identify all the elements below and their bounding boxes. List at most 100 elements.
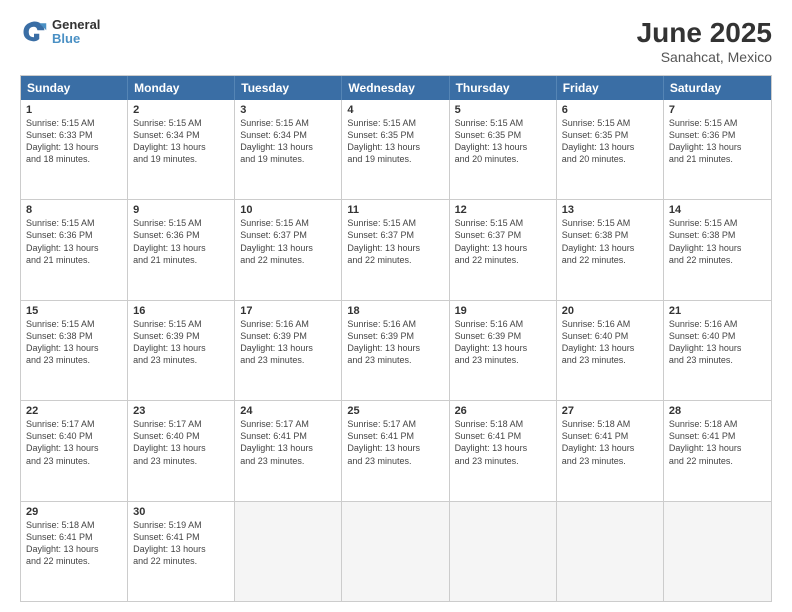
- calendar-cell: [664, 502, 771, 601]
- calendar-cell: 11Sunrise: 5:15 AM Sunset: 6:37 PM Dayli…: [342, 200, 449, 299]
- day-number: 29: [26, 506, 122, 518]
- day-number: 5: [455, 104, 551, 116]
- calendar-cell: [342, 502, 449, 601]
- cell-info: Sunrise: 5:16 AM Sunset: 6:40 PM Dayligh…: [562, 318, 658, 367]
- calendar-cell: 2Sunrise: 5:15 AM Sunset: 6:34 PM Daylig…: [128, 100, 235, 199]
- day-number: 19: [455, 305, 551, 317]
- calendar-cell: 6Sunrise: 5:15 AM Sunset: 6:35 PM Daylig…: [557, 100, 664, 199]
- cell-info: Sunrise: 5:17 AM Sunset: 6:40 PM Dayligh…: [26, 418, 122, 467]
- day-number: 2: [133, 104, 229, 116]
- logo: General Blue: [20, 18, 100, 47]
- calendar-cell: 10Sunrise: 5:15 AM Sunset: 6:37 PM Dayli…: [235, 200, 342, 299]
- cell-info: Sunrise: 5:15 AM Sunset: 6:38 PM Dayligh…: [26, 318, 122, 367]
- cell-info: Sunrise: 5:15 AM Sunset: 6:36 PM Dayligh…: [26, 217, 122, 266]
- day-number: 17: [240, 305, 336, 317]
- calendar-cell: 25Sunrise: 5:17 AM Sunset: 6:41 PM Dayli…: [342, 401, 449, 500]
- calendar-row: 22Sunrise: 5:17 AM Sunset: 6:40 PM Dayli…: [21, 400, 771, 500]
- day-number: 30: [133, 506, 229, 518]
- logo-icon: [20, 18, 48, 46]
- calendar-header: SundayMondayTuesdayWednesdayThursdayFrid…: [21, 76, 771, 100]
- calendar-cell: 14Sunrise: 5:15 AM Sunset: 6:38 PM Dayli…: [664, 200, 771, 299]
- calendar-cell: 26Sunrise: 5:18 AM Sunset: 6:41 PM Dayli…: [450, 401, 557, 500]
- day-number: 26: [455, 405, 551, 417]
- calendar-cell: 15Sunrise: 5:15 AM Sunset: 6:38 PM Dayli…: [21, 301, 128, 400]
- day-number: 27: [562, 405, 658, 417]
- calendar-cell: 21Sunrise: 5:16 AM Sunset: 6:40 PM Dayli…: [664, 301, 771, 400]
- day-number: 13: [562, 204, 658, 216]
- calendar-cell: 30Sunrise: 5:19 AM Sunset: 6:41 PM Dayli…: [128, 502, 235, 601]
- cell-info: Sunrise: 5:15 AM Sunset: 6:35 PM Dayligh…: [562, 117, 658, 166]
- cell-info: Sunrise: 5:15 AM Sunset: 6:38 PM Dayligh…: [562, 217, 658, 266]
- cell-info: Sunrise: 5:15 AM Sunset: 6:37 PM Dayligh…: [240, 217, 336, 266]
- cell-info: Sunrise: 5:18 AM Sunset: 6:41 PM Dayligh…: [455, 418, 551, 467]
- calendar-cell: 29Sunrise: 5:18 AM Sunset: 6:41 PM Dayli…: [21, 502, 128, 601]
- calendar-cell: 19Sunrise: 5:16 AM Sunset: 6:39 PM Dayli…: [450, 301, 557, 400]
- cell-info: Sunrise: 5:16 AM Sunset: 6:40 PM Dayligh…: [669, 318, 766, 367]
- cell-info: Sunrise: 5:17 AM Sunset: 6:41 PM Dayligh…: [347, 418, 443, 467]
- calendar-cell: 4Sunrise: 5:15 AM Sunset: 6:35 PM Daylig…: [342, 100, 449, 199]
- day-number: 8: [26, 204, 122, 216]
- cell-info: Sunrise: 5:15 AM Sunset: 6:33 PM Dayligh…: [26, 117, 122, 166]
- day-number: 24: [240, 405, 336, 417]
- calendar-cell: 24Sunrise: 5:17 AM Sunset: 6:41 PM Dayli…: [235, 401, 342, 500]
- day-number: 21: [669, 305, 766, 317]
- logo-line2: Blue: [52, 32, 100, 46]
- weekday-header: Friday: [557, 76, 664, 100]
- cell-info: Sunrise: 5:15 AM Sunset: 6:35 PM Dayligh…: [347, 117, 443, 166]
- calendar-row: 15Sunrise: 5:15 AM Sunset: 6:38 PM Dayli…: [21, 300, 771, 400]
- calendar-title: June 2025: [637, 18, 772, 49]
- weekday-header: Monday: [128, 76, 235, 100]
- cell-info: Sunrise: 5:18 AM Sunset: 6:41 PM Dayligh…: [562, 418, 658, 467]
- day-number: 22: [26, 405, 122, 417]
- cell-info: Sunrise: 5:15 AM Sunset: 6:34 PM Dayligh…: [133, 117, 229, 166]
- calendar-row: 8Sunrise: 5:15 AM Sunset: 6:36 PM Daylig…: [21, 199, 771, 299]
- calendar-cell: 18Sunrise: 5:16 AM Sunset: 6:39 PM Dayli…: [342, 301, 449, 400]
- day-number: 9: [133, 204, 229, 216]
- calendar: SundayMondayTuesdayWednesdayThursdayFrid…: [20, 75, 772, 602]
- day-number: 11: [347, 204, 443, 216]
- weekday-header: Wednesday: [342, 76, 449, 100]
- calendar-cell: 3Sunrise: 5:15 AM Sunset: 6:34 PM Daylig…: [235, 100, 342, 199]
- cell-info: Sunrise: 5:15 AM Sunset: 6:39 PM Dayligh…: [133, 318, 229, 367]
- day-number: 23: [133, 405, 229, 417]
- cell-info: Sunrise: 5:19 AM Sunset: 6:41 PM Dayligh…: [133, 519, 229, 568]
- cell-info: Sunrise: 5:15 AM Sunset: 6:35 PM Dayligh…: [455, 117, 551, 166]
- cell-info: Sunrise: 5:16 AM Sunset: 6:39 PM Dayligh…: [455, 318, 551, 367]
- cell-info: Sunrise: 5:16 AM Sunset: 6:39 PM Dayligh…: [240, 318, 336, 367]
- weekday-header: Thursday: [450, 76, 557, 100]
- day-number: 7: [669, 104, 766, 116]
- day-number: 4: [347, 104, 443, 116]
- calendar-cell: [450, 502, 557, 601]
- cell-info: Sunrise: 5:16 AM Sunset: 6:39 PM Dayligh…: [347, 318, 443, 367]
- calendar-row: 1Sunrise: 5:15 AM Sunset: 6:33 PM Daylig…: [21, 100, 771, 199]
- logo-text: General Blue: [52, 18, 100, 47]
- calendar-cell: 8Sunrise: 5:15 AM Sunset: 6:36 PM Daylig…: [21, 200, 128, 299]
- weekday-header: Tuesday: [235, 76, 342, 100]
- calendar-cell: 7Sunrise: 5:15 AM Sunset: 6:36 PM Daylig…: [664, 100, 771, 199]
- day-number: 15: [26, 305, 122, 317]
- calendar-cell: 28Sunrise: 5:18 AM Sunset: 6:41 PM Dayli…: [664, 401, 771, 500]
- calendar-subtitle: Sanahcat, Mexico: [637, 49, 772, 65]
- cell-info: Sunrise: 5:17 AM Sunset: 6:40 PM Dayligh…: [133, 418, 229, 467]
- calendar-body: 1Sunrise: 5:15 AM Sunset: 6:33 PM Daylig…: [21, 100, 771, 601]
- calendar-cell: 1Sunrise: 5:15 AM Sunset: 6:33 PM Daylig…: [21, 100, 128, 199]
- cell-info: Sunrise: 5:15 AM Sunset: 6:37 PM Dayligh…: [455, 217, 551, 266]
- day-number: 1: [26, 104, 122, 116]
- calendar-cell: 23Sunrise: 5:17 AM Sunset: 6:40 PM Dayli…: [128, 401, 235, 500]
- calendar-cell: 16Sunrise: 5:15 AM Sunset: 6:39 PM Dayli…: [128, 301, 235, 400]
- cell-info: Sunrise: 5:15 AM Sunset: 6:36 PM Dayligh…: [669, 117, 766, 166]
- calendar-cell: 9Sunrise: 5:15 AM Sunset: 6:36 PM Daylig…: [128, 200, 235, 299]
- calendar-cell: [235, 502, 342, 601]
- day-number: 6: [562, 104, 658, 116]
- day-number: 28: [669, 405, 766, 417]
- calendar-row: 29Sunrise: 5:18 AM Sunset: 6:41 PM Dayli…: [21, 501, 771, 601]
- day-number: 12: [455, 204, 551, 216]
- cell-info: Sunrise: 5:15 AM Sunset: 6:38 PM Dayligh…: [669, 217, 766, 266]
- header: General Blue June 2025 Sanahcat, Mexico: [20, 18, 772, 65]
- cell-info: Sunrise: 5:17 AM Sunset: 6:41 PM Dayligh…: [240, 418, 336, 467]
- day-number: 25: [347, 405, 443, 417]
- calendar-cell: 17Sunrise: 5:16 AM Sunset: 6:39 PM Dayli…: [235, 301, 342, 400]
- weekday-header: Sunday: [21, 76, 128, 100]
- day-number: 18: [347, 305, 443, 317]
- logo-line1: General: [52, 18, 100, 32]
